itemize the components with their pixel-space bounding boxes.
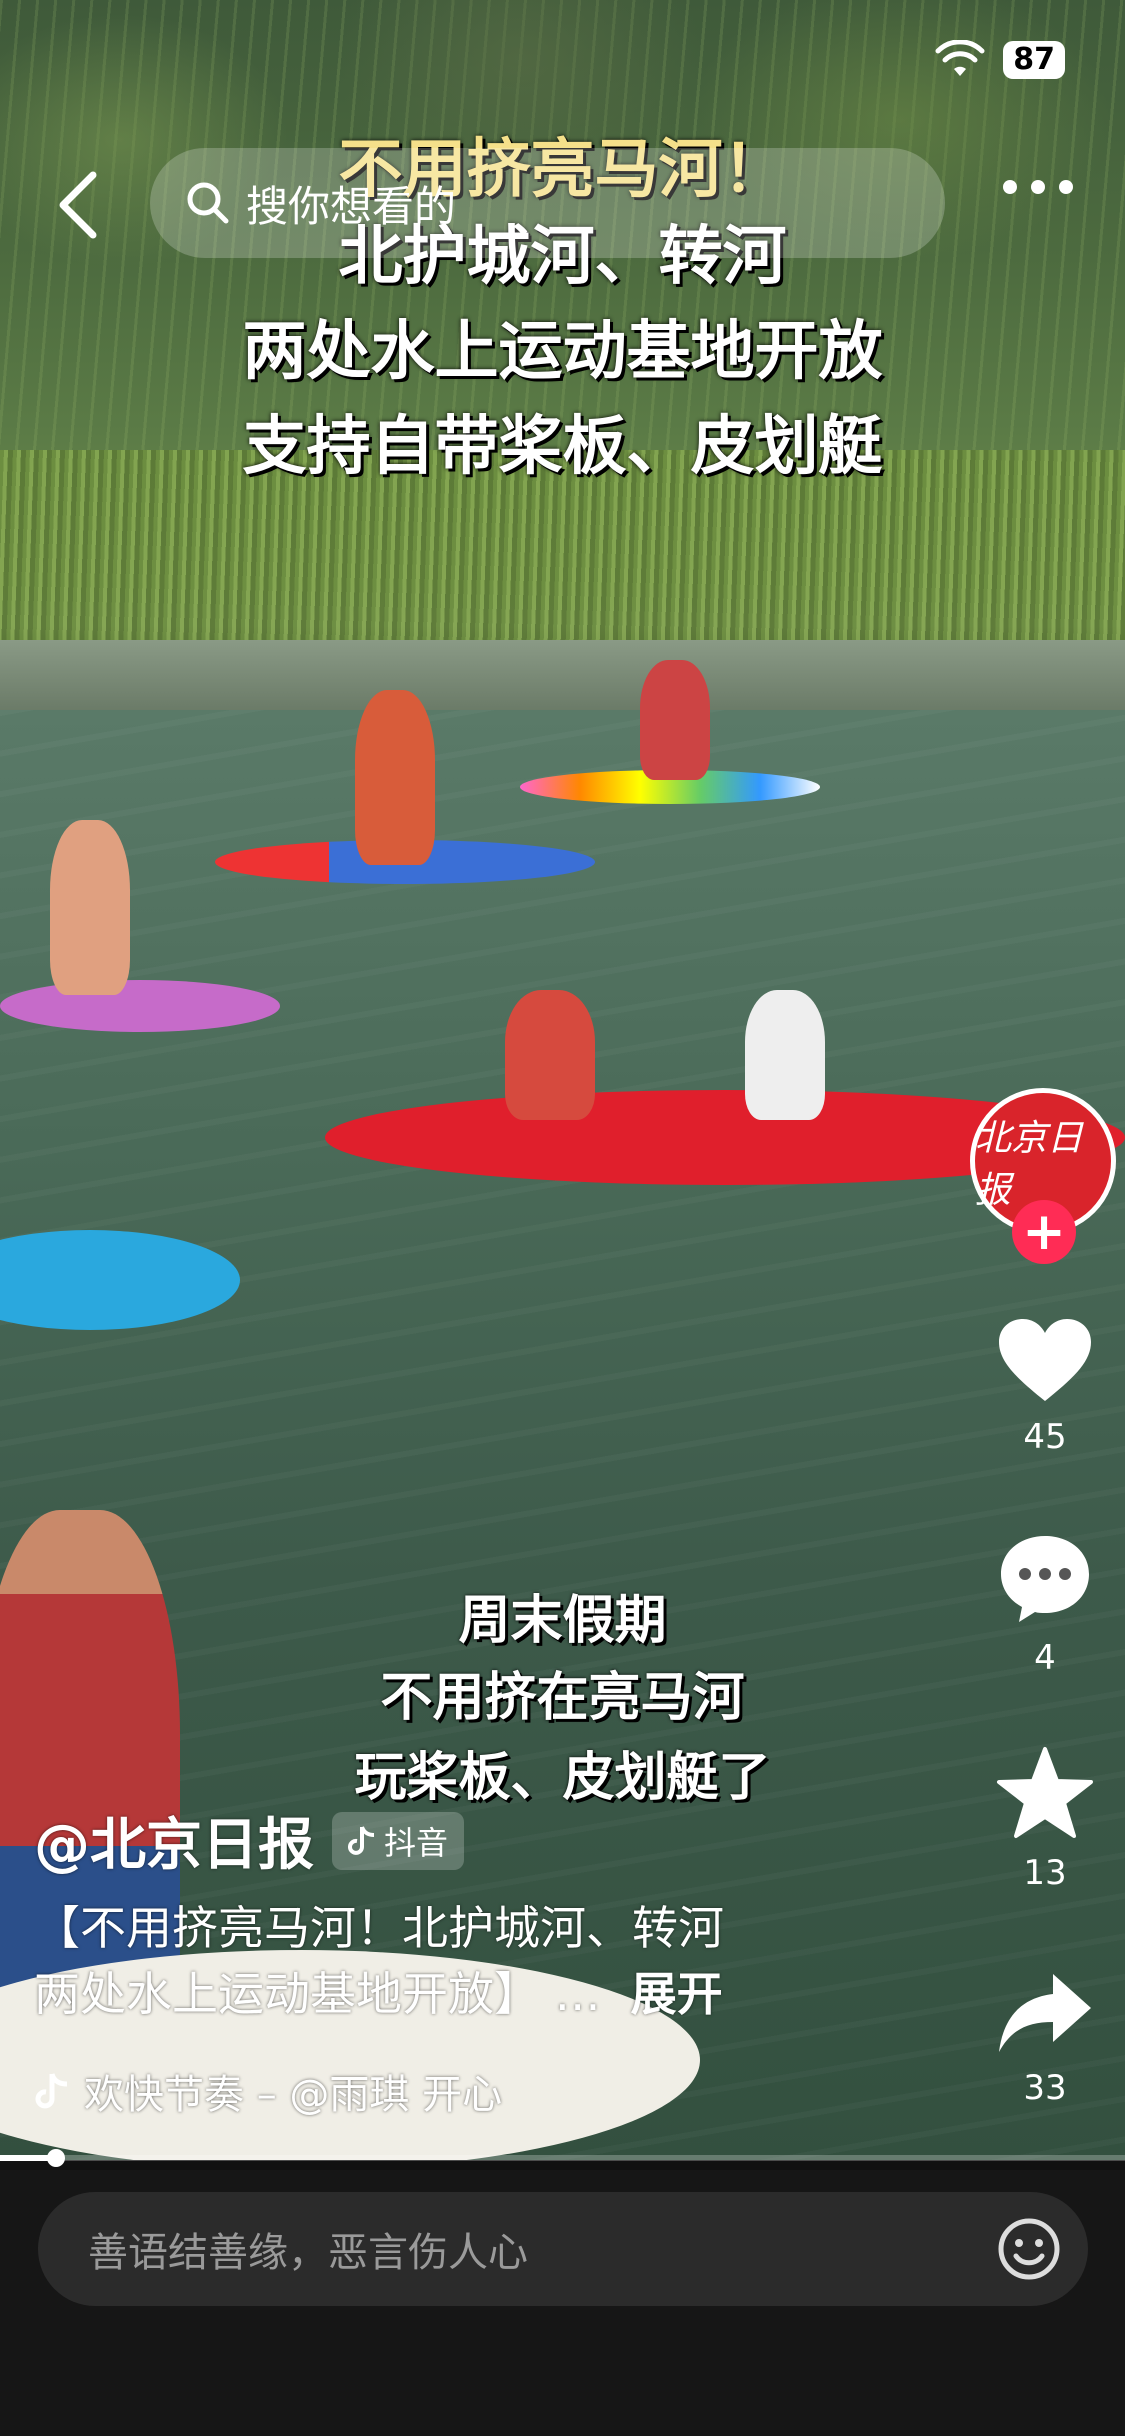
kayaker	[745, 990, 825, 1120]
more-icon	[1031, 180, 1045, 194]
search-placeholder: 搜你想看的	[246, 181, 457, 231]
paddleboard-purple	[0, 980, 280, 1032]
back-chevron-icon	[59, 171, 97, 239]
video-title-line: 两处水上运动基地开放	[242, 315, 883, 389]
heart-icon	[999, 1319, 1091, 1401]
music-info[interactable]: 欢快节奏 – @雨琪 开心	[34, 2062, 502, 2120]
progress-knob[interactable]	[47, 2149, 66, 2167]
river-wall	[0, 640, 1125, 710]
more-button[interactable]	[1003, 180, 1073, 194]
comment-count: 4	[1034, 1638, 1056, 1678]
share-icon	[999, 1974, 1091, 2052]
comment-bar: 善语结善缘，恶言伤人心	[0, 2170, 1125, 2436]
video-progress-bar[interactable]	[0, 2149, 1125, 2167]
description-line: 【不用挤亮马河！北护城河、转河	[34, 1901, 724, 1955]
music-note-icon	[35, 2073, 68, 2109]
music-note-icon	[348, 1825, 375, 1855]
emoji-icon[interactable]	[996, 2216, 1062, 2282]
author-name[interactable]: @北京日报	[34, 1800, 314, 1881]
comment-icon	[1001, 1536, 1089, 1622]
source-tag-label: 抖音	[384, 1823, 449, 1862]
expand-button[interactable]: 展开	[631, 1967, 723, 2021]
description-line: 两处水上运动基地开放】 …	[34, 1967, 601, 2021]
favorite-button[interactable]: 13	[990, 1745, 1100, 1893]
author-row: @北京日报 抖音	[34, 1800, 465, 1881]
share-count: 33	[1023, 2068, 1067, 2108]
more-icon	[1059, 180, 1073, 194]
comment-input[interactable]: 善语结善缘，恶言伤人心	[38, 2192, 1088, 2306]
share-button[interactable]: 33	[990, 1970, 1100, 2108]
paddler	[50, 820, 130, 995]
comment-placeholder: 善语结善缘，恶言伤人心	[88, 2230, 528, 2276]
post-description[interactable]: 【不用挤亮马河！北护城河、转河 两处水上运动基地开放】 … 展开	[34, 1895, 934, 2027]
battery-level: 87	[1003, 41, 1065, 79]
video-subtitle-line: 玩桨板、皮划艇了	[354, 1748, 771, 1808]
paddler	[355, 690, 435, 865]
star-icon	[997, 1747, 1093, 1838]
follow-button[interactable]: +	[1012, 1200, 1076, 1264]
search-bar[interactable]: 搜你想看的	[150, 148, 945, 258]
kayaker	[505, 990, 595, 1120]
back-button[interactable]	[48, 160, 108, 250]
like-button[interactable]: 45	[990, 1315, 1100, 1457]
video-subtitle-line: 周末假期	[458, 1591, 667, 1651]
wifi-icon	[935, 40, 985, 76]
video-title-line: 支持自带桨板、皮划艇	[242, 410, 883, 484]
favorite-count: 13	[1023, 1853, 1067, 1893]
search-icon	[187, 182, 229, 224]
music-title: 欢快节奏 – @雨琪 开心	[84, 2072, 503, 2118]
status-bar: 87	[935, 40, 1065, 80]
comment-button[interactable]: 4	[990, 1530, 1100, 1678]
paddler	[640, 660, 710, 780]
like-count: 45	[1023, 1417, 1067, 1457]
more-icon	[1003, 180, 1017, 194]
source-tag: 抖音	[332, 1811, 465, 1870]
video-subtitle-line: 不用挤在亮马河	[380, 1668, 745, 1728]
